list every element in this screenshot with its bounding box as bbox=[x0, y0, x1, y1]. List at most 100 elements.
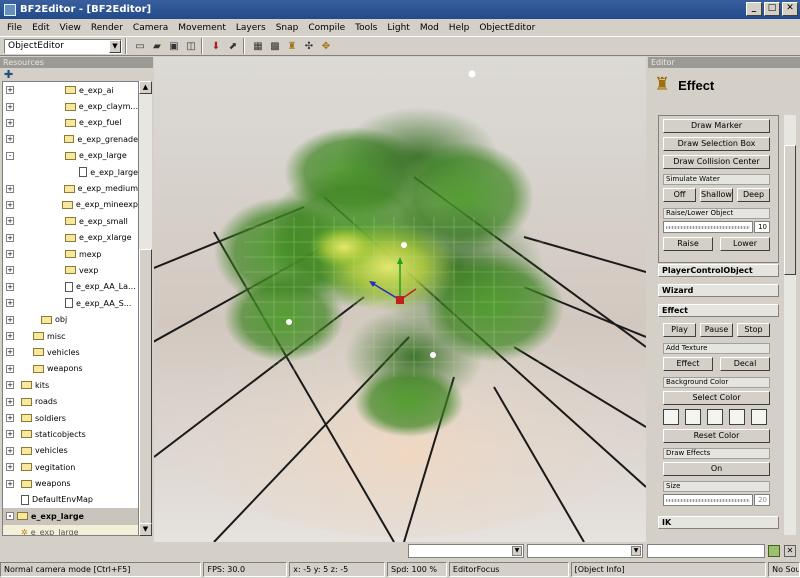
expand-icon[interactable]: + bbox=[6, 364, 14, 373]
import-icon[interactable]: ⬇ bbox=[209, 39, 223, 53]
menu-snap[interactable]: Snap bbox=[271, 23, 304, 33]
menu-camera[interactable]: Camera bbox=[128, 23, 173, 33]
draw-marker-button[interactable]: Draw Marker bbox=[663, 119, 770, 133]
save-icon[interactable]: ▣ bbox=[167, 39, 181, 53]
light-marker[interactable] bbox=[430, 352, 436, 358]
tree-item[interactable]: + vexp bbox=[3, 262, 138, 278]
expand-icon[interactable]: + bbox=[6, 266, 14, 275]
add-decal-button[interactable]: Decal bbox=[720, 357, 770, 371]
expand-icon[interactable]: + bbox=[6, 463, 14, 472]
collapse-icon[interactable]: - bbox=[6, 151, 14, 160]
expand-icon[interactable]: + bbox=[6, 282, 14, 291]
tree-item[interactable]: + staticobjects bbox=[3, 426, 138, 442]
tree-item[interactable]: + e_exp_grenade bbox=[3, 131, 138, 147]
mode-combo[interactable]: ObjectEditor ▼ bbox=[4, 38, 122, 54]
tree-scrollbar[interactable]: ▲ ▼ bbox=[139, 81, 152, 536]
scroll-up-icon[interactable]: ▲ bbox=[139, 81, 152, 94]
menu-file[interactable]: File bbox=[2, 23, 27, 33]
draw-effects-toggle[interactable]: On bbox=[663, 462, 770, 476]
cancel-icon[interactable]: ✕ bbox=[784, 545, 796, 557]
chevron-down-icon[interactable]: ▼ bbox=[109, 39, 121, 53]
menu-light[interactable]: Light bbox=[382, 23, 414, 33]
tree-item[interactable]: + vehicles bbox=[3, 443, 138, 459]
menu-compile[interactable]: Compile bbox=[303, 23, 350, 33]
raise-lower-value[interactable]: 10 bbox=[754, 221, 770, 233]
select-color-button[interactable]: Select Color bbox=[663, 391, 770, 405]
export-icon[interactable]: ⬈ bbox=[226, 39, 240, 53]
tree-item[interactable]: + e_exp_claym... bbox=[3, 98, 138, 114]
water-deep-button[interactable]: Deep bbox=[737, 188, 770, 202]
tree-item[interactable]: DefaultEnvMap bbox=[3, 492, 138, 508]
tree-item[interactable]: + e_exp_xlarge bbox=[3, 230, 138, 246]
expand-icon[interactable]: + bbox=[6, 250, 14, 259]
transform-icon[interactable]: ✥ bbox=[319, 39, 333, 53]
expand-icon[interactable]: + bbox=[6, 135, 14, 144]
expand-icon[interactable]: + bbox=[6, 332, 14, 341]
bottom-combo-1[interactable]: ▼ bbox=[408, 544, 524, 558]
menu-view[interactable]: View bbox=[55, 23, 86, 33]
viewport-3d[interactable] bbox=[154, 57, 646, 542]
minimize-button[interactable]: _ bbox=[746, 2, 762, 16]
tree-item[interactable]: + weapons bbox=[3, 361, 138, 377]
tree-item[interactable]: + vehicles bbox=[3, 344, 138, 360]
water-off-button[interactable]: Off bbox=[663, 188, 696, 202]
tree-item[interactable]: + e_exp_mineexp bbox=[3, 197, 138, 213]
open-folder-icon[interactable]: ▰ bbox=[150, 39, 164, 53]
water-shallow-button[interactable]: Shallow bbox=[700, 188, 733, 202]
light-marker[interactable] bbox=[401, 242, 407, 248]
size-value[interactable]: 20 bbox=[754, 494, 770, 506]
tree-item[interactable]: + mexp bbox=[3, 246, 138, 262]
expand-icon[interactable]: + bbox=[6, 233, 14, 242]
expand-icon[interactable]: + bbox=[6, 348, 14, 357]
tree-item[interactable]: - e_exp_large bbox=[3, 148, 138, 164]
tree-item[interactable]: + e_exp_medium bbox=[3, 180, 138, 196]
expand-icon[interactable]: + bbox=[6, 184, 14, 193]
tree-item[interactable]: + e_exp_small bbox=[3, 213, 138, 229]
scroll-thumb[interactable] bbox=[784, 145, 796, 275]
tree-item[interactable]: + e_exp_AA_La... bbox=[3, 279, 138, 295]
add-icon[interactable]: ✚ bbox=[4, 69, 13, 81]
expand-icon[interactable]: + bbox=[6, 118, 14, 127]
light-marker[interactable] bbox=[286, 319, 292, 325]
tree-item[interactable]: + weapons bbox=[3, 475, 138, 491]
tree-item[interactable]: ✲ e_exp_large bbox=[3, 524, 138, 535]
color-swatch[interactable] bbox=[751, 409, 767, 425]
color-swatch[interactable] bbox=[685, 409, 701, 425]
tree-item[interactable]: + e_exp_ai bbox=[3, 82, 138, 98]
save-all-icon[interactable]: ◫ bbox=[184, 39, 198, 53]
expand-icon[interactable]: + bbox=[6, 299, 14, 308]
expand-icon[interactable]: + bbox=[6, 397, 14, 406]
menu-objecteditor[interactable]: ObjectEditor bbox=[474, 23, 540, 33]
tree-item[interactable]: + e_exp_fuel bbox=[3, 115, 138, 131]
editor-scrollbar[interactable] bbox=[784, 115, 796, 535]
color-swatch[interactable] bbox=[663, 409, 679, 425]
scroll-down-icon[interactable]: ▼ bbox=[139, 523, 152, 536]
section-wizard[interactable]: Wizard bbox=[658, 284, 779, 297]
maximize-button[interactable]: □ bbox=[764, 2, 780, 16]
expand-icon[interactable]: + bbox=[6, 414, 14, 422]
collapse-icon[interactable]: - bbox=[6, 512, 14, 521]
chevron-down-icon[interactable]: ▼ bbox=[512, 546, 522, 556]
reset-color-button[interactable]: Reset Color bbox=[663, 429, 770, 443]
draw-selection-box-button[interactable]: Draw Selection Box bbox=[663, 137, 770, 151]
tree-item[interactable]: + vegitation bbox=[3, 459, 138, 475]
scroll-thumb[interactable] bbox=[139, 249, 152, 524]
chevron-down-icon[interactable]: ▼ bbox=[631, 546, 641, 556]
play-button[interactable]: Play bbox=[663, 323, 696, 337]
menu-render[interactable]: Render bbox=[86, 23, 128, 33]
section-player-control[interactable]: PlayerControlObject bbox=[658, 264, 779, 277]
tree-item[interactable]: + roads bbox=[3, 393, 138, 409]
tree-item[interactable]: + obj bbox=[3, 311, 138, 327]
stop-button[interactable]: Stop bbox=[737, 323, 770, 337]
menu-mod[interactable]: Mod bbox=[415, 23, 444, 33]
menu-edit[interactable]: Edit bbox=[27, 23, 54, 33]
expand-icon[interactable]: + bbox=[6, 102, 14, 111]
section-ik[interactable]: IK bbox=[658, 516, 779, 529]
raise-button[interactable]: Raise bbox=[663, 237, 713, 251]
expand-icon[interactable]: + bbox=[6, 479, 14, 488]
color-swatch[interactable] bbox=[707, 409, 723, 425]
grid-icon[interactable]: ▩ bbox=[268, 39, 282, 53]
expand-icon[interactable]: + bbox=[6, 315, 14, 324]
lower-button[interactable]: Lower bbox=[720, 237, 770, 251]
size-slider[interactable] bbox=[663, 494, 753, 506]
